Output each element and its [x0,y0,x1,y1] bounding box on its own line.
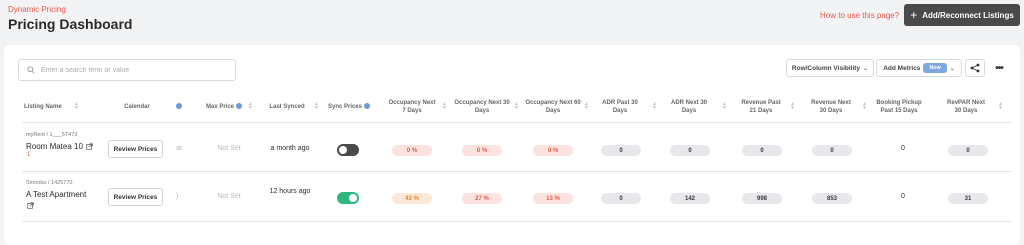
occupancy-7-value: 0 % [392,145,432,156]
add-metrics-label: Add Metrics [883,64,921,72]
info-icon[interactable] [364,103,371,110]
column-occupancy-next-30[interactable]: Occupancy Next 30 Days [454,99,510,115]
column-listing-name[interactable]: Listing Name [24,103,74,111]
add-reconnect-listings-label: Add/Reconnect Listings [922,10,1014,20]
occupancy-30-value: 0 % [462,145,502,156]
max-price-value: Not Set [217,193,241,200]
chevron-down-icon: ⌄ [863,65,869,72]
sort-icon[interactable]: ▲ ▼ [790,102,795,111]
top-bar: Dynamic Pricing Pricing Dashboard How to… [0,0,1024,44]
help-link[interactable]: How to use this page? [820,11,899,20]
listing-source: Smoobu / 1425770 [26,180,73,186]
row-column-visibility-label: Row/Column Visibility [791,64,861,72]
toggle-knob [349,194,357,202]
sort-icon[interactable]: ▲ ▼ [722,102,727,111]
new-badge: New [923,63,947,73]
column-max-price[interactable]: Max Price [202,103,246,111]
add-metrics-button[interactable]: Add Metrics New ⌄ [876,59,962,77]
booking-pickup-value: 0 [901,193,905,200]
column-booking-pickup[interactable]: Booking Pickup Past 15 Days [870,99,928,115]
search-icon [27,66,35,74]
sort-icon[interactable]: ▲ ▼ [584,102,589,111]
review-prices-button[interactable]: Review Prices [108,140,163,158]
listings-table-card: Row/Column Visibility ⌄ Add Metrics New … [4,45,1020,245]
revenue-next-value: 0 [812,145,852,156]
column-calendar[interactable]: Calendar [117,103,157,111]
revpar-value: 0 [948,145,988,156]
revenue-next-value: 853 [812,193,852,204]
listing-name-link[interactable]: A Test Apartment [26,190,86,199]
hierarchy-icon [970,63,980,73]
sort-icon[interactable]: ▲ ▼ [74,102,79,111]
booking-pickup-value: 0 [901,145,905,152]
adr-past-value: 0 [601,145,641,156]
column-min-price-partial[interactable] [172,103,184,111]
revpar-value: 31 [948,193,988,204]
listing-name: Room Matea 10 [26,142,83,151]
adr-next-value: 0 [670,145,710,156]
listing-name-link[interactable]: Room Matea 10 [26,142,93,151]
row-divider [22,221,1012,222]
last-synced-value: a month ago [270,145,310,152]
sort-icon[interactable]: ▲ ▼ [652,102,657,111]
page-title: Pricing Dashboard [8,16,133,32]
column-last-synced[interactable]: Last Synced [263,103,311,111]
sync-prices-toggle[interactable] [337,144,359,156]
column-occupancy-next-60[interactable]: Occupancy Next 60 Days [525,99,581,115]
search-input[interactable] [41,66,221,74]
column-adr-past-30[interactable]: ADR Past 30 Days [601,99,639,115]
column-sync-prices[interactable]: Sync Prices [324,103,374,111]
column-max-price-label: Max Price [205,104,235,110]
review-prices-button[interactable]: Review Prices [108,188,163,206]
column-revenue-past-21[interactable]: Revenue Past 21 Days [740,99,782,115]
sort-icon[interactable]: ▲ ▼ [442,102,447,111]
row-column-visibility-button[interactable]: Row/Column Visibility ⌄ [786,59,874,77]
listing-name: A Test Apartment [26,190,87,199]
occupancy-7-value: 43 % [392,193,432,204]
column-revenue-next-30[interactable]: Revenue Next 30 Days [809,99,853,115]
sort-icon[interactable]: ▲ ▼ [862,102,867,111]
column-adr-next-30[interactable]: ADR Next 30 Days [670,99,708,115]
more-options-icon[interactable]: ••• [992,59,1006,77]
sort-icon[interactable]: ▲ ▼ [998,102,1003,111]
external-link-icon[interactable] [86,143,93,151]
revenue-past-value: 998 [742,193,782,204]
revenue-past-value: 0 [742,145,782,156]
toggle-knob [339,146,347,154]
occupancy-30-value: 27 % [462,193,502,204]
external-link-icon[interactable] [27,202,34,209]
min-price-value: ) [175,193,179,200]
table-row: myRent / 1___5T473 Room Matea 10 1 Revie… [4,123,1020,173]
adr-next-value: 142 [670,193,710,204]
add-reconnect-listings-button[interactable]: + Add/Reconnect Listings [904,4,1020,26]
info-icon[interactable] [236,103,243,110]
column-revpar-next-30[interactable]: RevPAR Next 30 Days [943,99,989,115]
hierarchy-button[interactable] [965,59,985,77]
table-row: Smoobu / 1425770 A Test Apartment Review… [4,172,1020,222]
min-price-value: at [176,145,182,152]
max-price-value: Not Set [217,145,241,152]
last-synced-value: 12 hours ago [269,188,311,195]
breadcrumb[interactable]: Dynamic Pricing [8,5,66,14]
sort-icon[interactable]: ▲ ▼ [248,102,253,111]
plus-icon: + [910,8,918,22]
occupancy-60-value: 0 % [533,145,573,156]
listing-source: myRent / 1___5T473 [26,132,78,138]
warning-mark: 1 [27,152,31,158]
sync-prices-toggle[interactable] [337,192,359,204]
chevron-down-icon: ⌄ [949,65,955,72]
search-box[interactable] [18,59,236,81]
occupancy-60-value: 13 % [533,193,573,204]
column-sync-prices-label: Sync Prices [327,104,363,110]
adr-past-value: 0 [601,193,641,204]
column-occupancy-next-7[interactable]: Occupancy Next 7 Days [386,99,438,115]
info-icon[interactable] [176,103,182,110]
sort-icon[interactable]: ▲ ▼ [314,102,319,111]
sort-icon[interactable]: ▲ ▼ [514,102,519,111]
